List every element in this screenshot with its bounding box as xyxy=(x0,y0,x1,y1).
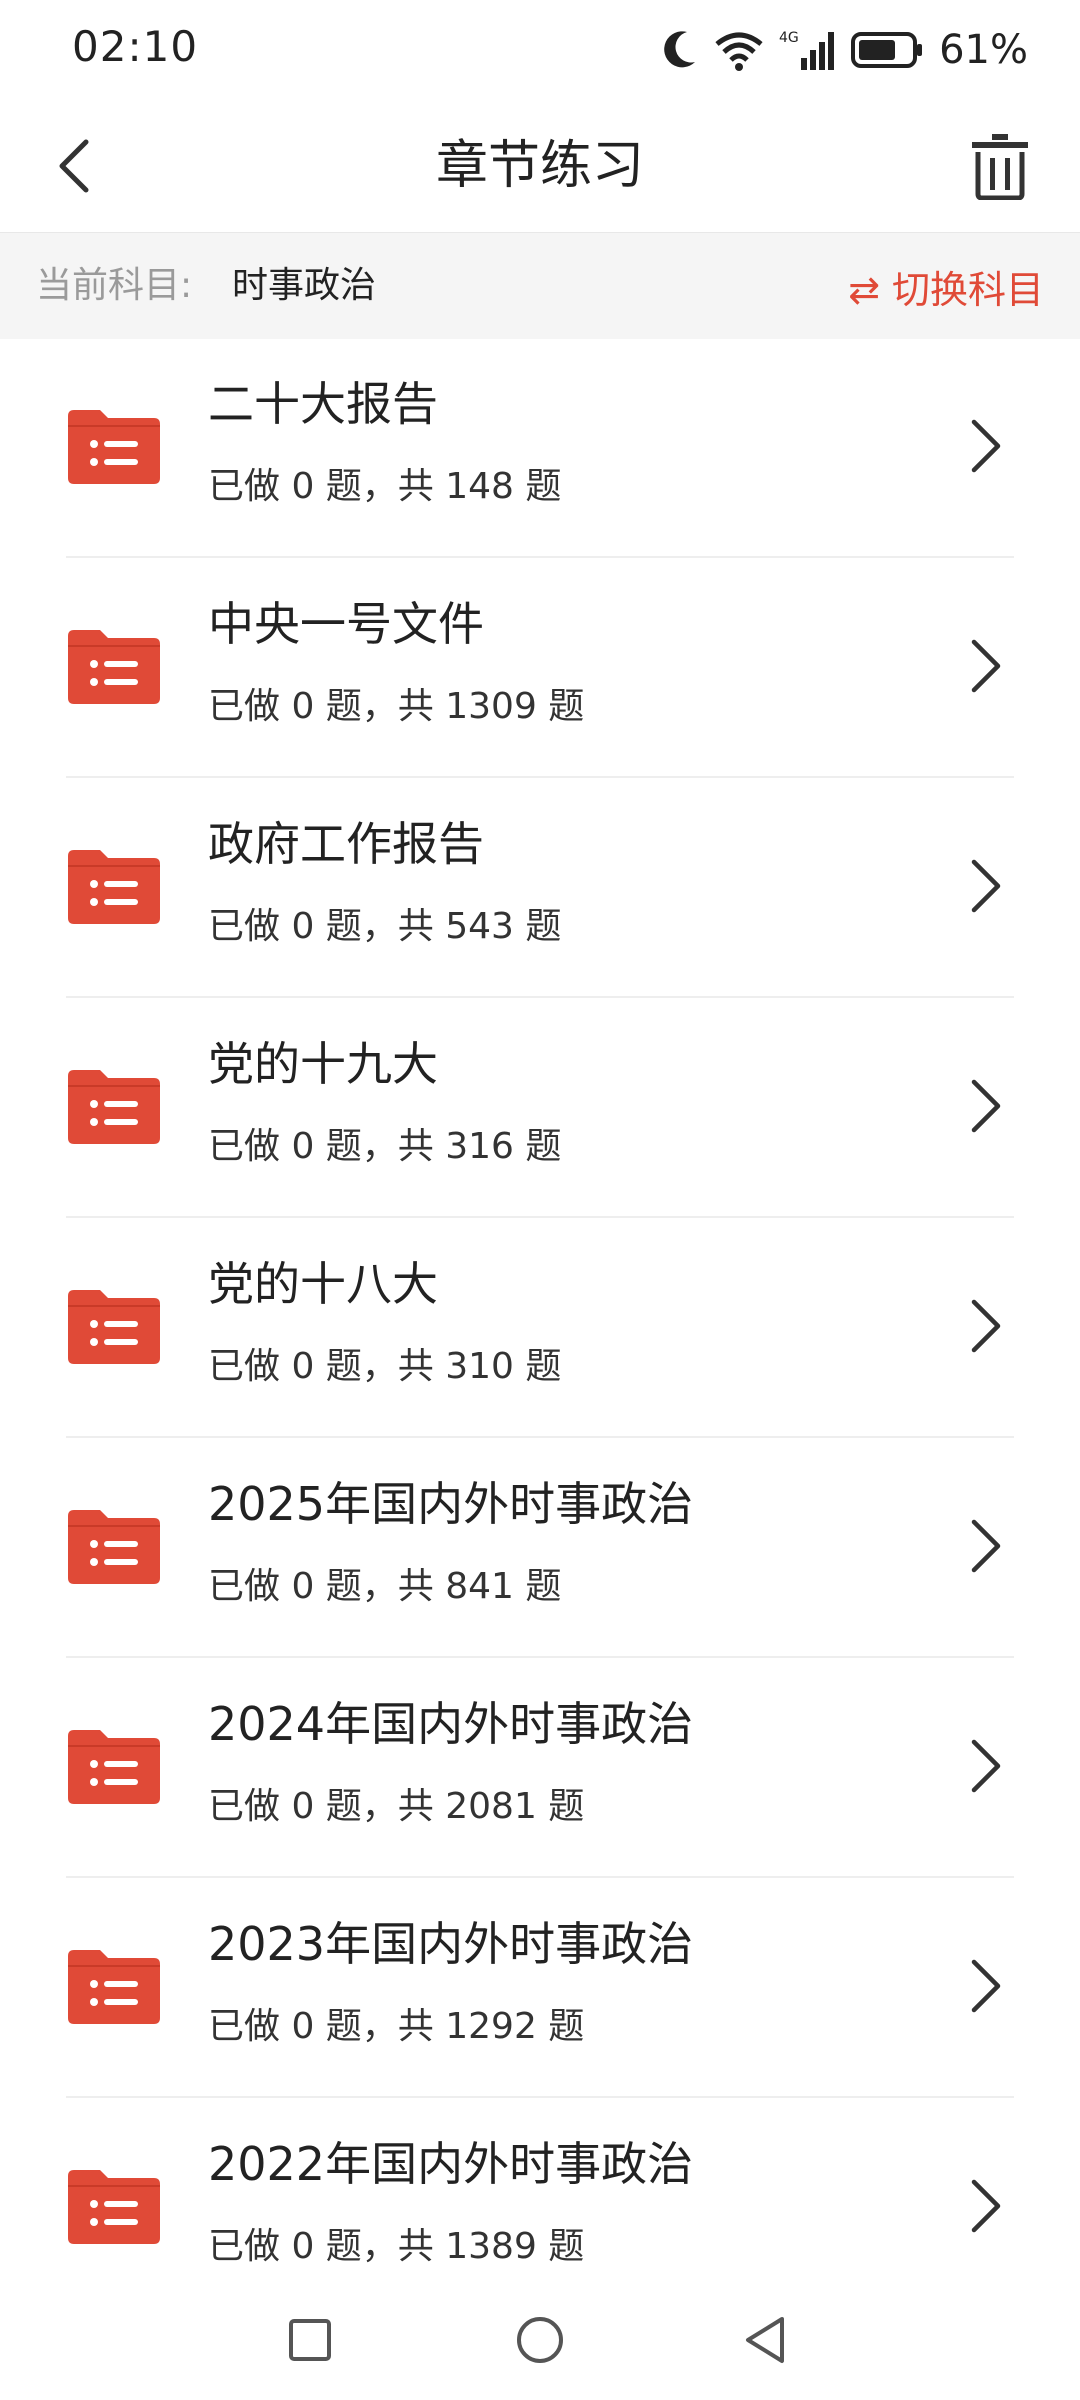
status-time: 02:10 xyxy=(72,22,199,71)
status-bar: 02:10 4G 61% xyxy=(0,0,1080,100)
chevron-right-icon xyxy=(971,1079,1001,1133)
folder-list-icon xyxy=(68,1950,160,2024)
chevron-right-icon xyxy=(971,2179,1001,2233)
circle-icon xyxy=(517,2317,563,2363)
chapter-title: 2022年国内外时事政治 xyxy=(208,2137,694,2191)
chapter-title: 党的十九大 xyxy=(208,1037,438,1091)
chevron-right-icon xyxy=(971,419,1001,473)
square-icon xyxy=(289,2319,331,2361)
folder-list-icon xyxy=(68,1070,160,1144)
status-icons: 4G 61% xyxy=(659,24,1028,76)
back-button[interactable] xyxy=(36,128,112,204)
chevron-right-icon xyxy=(971,639,1001,693)
home-button[interactable] xyxy=(502,2302,578,2378)
switch-subject-button[interactable]: ⇄ 切换科目 xyxy=(848,233,1044,339)
folder-list-icon xyxy=(68,1510,160,1584)
page-title: 章节练习 xyxy=(435,136,644,196)
chapter-progress: 已做 0 题，共 148 题 xyxy=(208,466,562,507)
chapter-progress: 已做 0 题，共 1309 题 xyxy=(208,686,585,727)
chapter-title: 2024年国内外时事政治 xyxy=(208,1697,694,1751)
chapter-item-4[interactable]: 党的十九大 已做 0 题，共 316 题 xyxy=(66,998,1014,1218)
chapter-title: 2025年国内外时事政治 xyxy=(208,1477,694,1531)
chapter-item-6[interactable]: 2025年国内外时事政治 已做 0 题，共 841 题 xyxy=(66,1438,1014,1658)
chevron-right-icon xyxy=(971,1739,1001,1793)
delete-button[interactable] xyxy=(956,122,1044,210)
battery-icon xyxy=(851,30,925,70)
chapter-title: 政府工作报告 xyxy=(208,817,484,871)
chapter-item-2[interactable]: 中央一号文件 已做 0 题，共 1309 题 xyxy=(66,558,1014,778)
chapter-list: 二十大报告 已做 0 题，共 148 题 中央一号文件 已做 0 题，共 130… xyxy=(0,338,1080,2316)
cellular-signal-icon: 4G xyxy=(779,28,837,72)
chapter-progress: 已做 0 题，共 1292 题 xyxy=(208,2006,585,2047)
chapter-progress: 已做 0 题，共 310 题 xyxy=(208,1346,562,1387)
chapter-progress: 已做 0 题，共 316 题 xyxy=(208,1126,562,1167)
chapter-item-3[interactable]: 政府工作报告 已做 0 题，共 543 题 xyxy=(66,778,1014,998)
subject-bar: 当前科目: 时事政治 ⇄ 切换科目 xyxy=(0,232,1080,339)
folder-list-icon xyxy=(68,2170,160,2244)
folder-list-icon xyxy=(68,1290,160,1364)
chapter-item-7[interactable]: 2024年国内外时事政治 已做 0 题，共 2081 题 xyxy=(66,1658,1014,1878)
trash-icon xyxy=(972,134,1028,200)
header: 章节练习 xyxy=(0,100,1080,232)
triangle-back-icon xyxy=(746,2317,784,2363)
battery-percent: 61% xyxy=(939,27,1028,73)
chevron-right-icon xyxy=(971,1959,1001,2013)
chapter-item-1[interactable]: 二十大报告 已做 0 题，共 148 题 xyxy=(66,338,1014,558)
chapter-progress: 已做 0 题，共 841 题 xyxy=(208,1566,562,1607)
subject-value: 时事政治 xyxy=(232,265,377,306)
chapter-progress: 已做 0 题，共 1389 题 xyxy=(208,2226,585,2267)
subject-label: 当前科目: xyxy=(36,265,193,306)
chapter-item-5[interactable]: 党的十八大 已做 0 题，共 310 题 xyxy=(66,1218,1014,1438)
chapter-progress: 已做 0 题，共 2081 题 xyxy=(208,1786,585,1827)
chapter-title: 党的十八大 xyxy=(208,1257,438,1311)
chapter-title: 二十大报告 xyxy=(208,377,438,431)
network-type: 4G xyxy=(779,30,799,46)
system-nav-bar xyxy=(0,2280,1080,2400)
chevron-right-icon xyxy=(971,859,1001,913)
chapter-item-8[interactable]: 2023年国内外时事政治 已做 0 题，共 1292 题 xyxy=(66,1878,1014,2098)
folder-list-icon xyxy=(68,410,160,484)
recents-button[interactable] xyxy=(272,2302,348,2378)
wifi-icon xyxy=(713,28,765,72)
folder-list-icon xyxy=(68,850,160,924)
back-arrow-icon xyxy=(59,139,89,193)
folder-list-icon xyxy=(68,630,160,704)
chapter-progress: 已做 0 题，共 543 题 xyxy=(208,906,562,947)
nav-back-button[interactable] xyxy=(728,2302,804,2378)
switch-subject-label: ⇄ 切换科目 xyxy=(848,267,1044,312)
chapter-title: 中央一号文件 xyxy=(208,597,484,651)
moon-icon xyxy=(659,28,699,72)
chevron-right-icon xyxy=(971,1299,1001,1353)
folder-list-icon xyxy=(68,1730,160,1804)
chevron-right-icon xyxy=(971,1519,1001,1573)
chapter-title: 2023年国内外时事政治 xyxy=(208,1917,694,1971)
